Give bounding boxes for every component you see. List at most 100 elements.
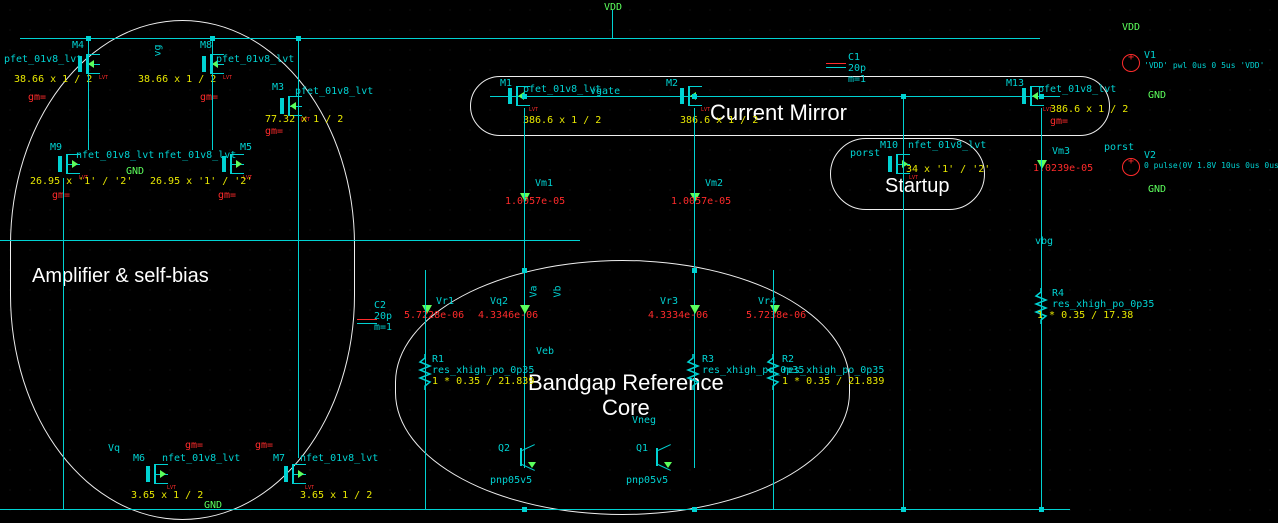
- gnd-v1: GND: [1148, 90, 1166, 101]
- probe-Vm3-name: Vm3: [1052, 146, 1070, 157]
- label-R1-model: res_xhigh_po_0p35: [432, 365, 534, 376]
- probe-Vr4-val: 5.7238e-06: [746, 310, 806, 321]
- probe-Vr1-val: 5.7228e-06: [404, 310, 464, 321]
- label-M7-model: nfet_01v8_lvt: [300, 453, 378, 464]
- label-M2-wl: 386.6 x 1 / 2: [680, 115, 758, 126]
- label-C2-val: 20p: [374, 311, 392, 322]
- probe-Vm1-val: 1.0057e-05: [505, 196, 565, 207]
- label-M8-gm: gm=: [200, 92, 218, 103]
- gnd-amp-src: GND: [126, 166, 144, 177]
- net-vdd-2: VDD: [1122, 22, 1140, 33]
- gnd-v2: GND: [1148, 184, 1166, 195]
- label-C1-mult: m=1: [848, 74, 866, 85]
- label-Q1-model: pnp05v5: [626, 475, 668, 486]
- label-M5-model: nfet_01v8_lvt: [158, 150, 236, 161]
- probe-Vr1-name: Vr1: [436, 296, 454, 307]
- label-M13-wl: 386.6 x 1 / 2: [1050, 104, 1128, 115]
- bjt-Q2[interactable]: [514, 444, 540, 470]
- net-vb: Vb: [553, 285, 564, 297]
- label-M13-name: M13: [1006, 78, 1024, 89]
- schematic-canvas[interactable]: Amplifier & self-bias Current Mirror Sta…: [0, 0, 1278, 523]
- label-Q1-name: Q1: [636, 443, 648, 454]
- label-C1-name: C1: [848, 52, 860, 63]
- label-V2-stim: 0 pulse(0V 1.8V 10us 0us 0us 5us): [1144, 161, 1278, 170]
- label-M3-gm: gm=: [265, 126, 283, 137]
- transistor-M7[interactable]: LVT: [284, 460, 312, 488]
- label-V2-name: V2: [1144, 150, 1156, 161]
- label-M5-gm: gm=: [218, 190, 236, 201]
- label-R3-name: R3: [702, 354, 714, 365]
- net-vbg: vbg: [1035, 236, 1053, 247]
- label-M13-gm: gm=: [1050, 116, 1068, 127]
- net-vdd: VDD: [604, 2, 622, 13]
- probe-Vm1-name: Vm1: [535, 178, 553, 189]
- net-va: Va: [529, 285, 540, 297]
- label-M5-name: M5: [240, 142, 252, 153]
- label-R2-wl: 1 * 0.35 / 21.839: [782, 376, 884, 387]
- label-M10-name: M10: [880, 140, 898, 151]
- label-M8-name: M8: [200, 40, 212, 51]
- net-porst-r: porst: [1104, 142, 1134, 153]
- label-M3-wl: 77.32 x 1 / 2: [265, 114, 343, 125]
- label-M1-name: M1: [500, 78, 512, 89]
- label-C1-val: 20p: [848, 63, 866, 74]
- label-M8-model: pfet_01v8_lvt: [216, 54, 294, 65]
- net-vgate: vgate: [590, 86, 620, 97]
- capacitor-C1[interactable]: [826, 58, 846, 72]
- net-porst-l: porst: [850, 148, 880, 159]
- net-veb: Veb: [536, 346, 554, 357]
- label-V1-stim: 'VDD' pwl 0us 0 5us 'VDD': [1144, 61, 1264, 70]
- label-M1-wl: 386.6 x 1 / 2: [523, 115, 601, 126]
- net-vq: Vq: [108, 443, 120, 454]
- bjt-Q1[interactable]: [650, 444, 676, 470]
- label-M4-name: M4: [72, 40, 84, 51]
- vsrc-V1[interactable]: [1122, 54, 1140, 72]
- label-M6-wl: 3.65 x 1 / 2: [131, 490, 203, 501]
- label-R1-wl: 1 * 0.35 / 21.839: [432, 376, 534, 387]
- label-M6-gm: gm=: [185, 440, 203, 451]
- label-R2-name: R2: [782, 354, 794, 365]
- label-R4-model: res_xhigh_po_0p35: [1052, 299, 1154, 310]
- label-M9-model: nfet_01v8_lvt: [76, 150, 154, 161]
- probe-Vq2-name: Vq2: [490, 296, 508, 307]
- label-M13-model: pfet_01v8_lvt: [1038, 84, 1116, 95]
- probe-Vr3-name: Vr3: [660, 296, 678, 307]
- vsrc-V2[interactable]: [1122, 158, 1140, 176]
- label-Q2-name: Q2: [498, 443, 510, 454]
- label-M9-gm: gm=: [52, 190, 70, 201]
- label-M7-wl: 3.65 x 1 / 2: [300, 490, 372, 501]
- label-M7-name: M7: [273, 453, 285, 464]
- resistor-R3[interactable]: [686, 354, 700, 390]
- bubble-amp-text: Amplifier & self-bias: [32, 265, 209, 288]
- net-vneg: Vneg: [632, 415, 656, 426]
- label-M7-gm: gm=: [255, 440, 273, 451]
- net-vg: vg: [153, 44, 164, 56]
- probe-Vm3-val: 1.0239e-05: [1033, 163, 1093, 174]
- label-M5-wl: 26.95 x '1' / '2': [150, 176, 252, 187]
- label-M4-gm: gm=: [28, 92, 46, 103]
- probe-Vm2-val: 1.0057e-05: [671, 196, 731, 207]
- label-V1-name: V1: [1144, 50, 1156, 61]
- label-M4-model: pfet_01v8_lvt: [4, 54, 82, 65]
- label-M9-wl: 26.95 x '1' / '2': [30, 176, 132, 187]
- label-R1-name: R1: [432, 354, 444, 365]
- label-R2-model: res_xhigh_po_0p35: [782, 365, 884, 376]
- transistor-M6[interactable]: LVT: [146, 460, 174, 488]
- label-R4-name: R4: [1052, 288, 1064, 299]
- label-M2-name: M2: [666, 78, 678, 89]
- label-M10-wl: 34 x '1' / '2': [906, 164, 990, 175]
- probe-Vm2-name: Vm2: [705, 178, 723, 189]
- label-M6-name: M6: [133, 453, 145, 464]
- label-M4-wl: 38.66 x 1 / 2: [14, 74, 92, 85]
- label-C2-mult: m=1: [374, 322, 392, 333]
- label-C2-name: C2: [374, 300, 386, 311]
- probe-Vq2-val: 4.3346e-06: [478, 310, 538, 321]
- label-M6-model: nfet_01v8_lvt: [162, 453, 240, 464]
- label-M3-name: M3: [272, 82, 284, 93]
- label-M3-model: pfet_01v8_lvt: [295, 86, 373, 97]
- gnd-tail: GND: [204, 500, 222, 511]
- label-M10-model: nfet_01v8_lvt: [908, 140, 986, 151]
- label-R4-wl: 1 * 0.35 / 17.38: [1037, 310, 1133, 321]
- label-Q2-model: pnp05v5: [490, 475, 532, 486]
- label-M8-wl: 38.66 x 1 / 2: [138, 74, 216, 85]
